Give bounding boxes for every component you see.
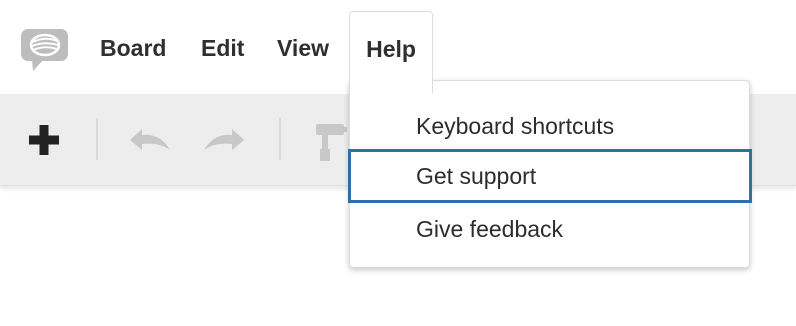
menu-view[interactable]: View xyxy=(277,28,329,68)
app-window: Board Edit View Help Keyboard shortcuts … xyxy=(0,0,796,326)
toolbar-divider xyxy=(279,118,281,160)
help-dropdown-menu: Keyboard shortcuts Get support Give feed… xyxy=(348,80,752,268)
menu-board[interactable]: Board xyxy=(100,28,166,68)
menu-item-give-feedback[interactable]: Give feedback xyxy=(348,202,752,256)
toolbar-divider xyxy=(96,118,98,160)
plus-icon xyxy=(29,125,59,155)
menu-item-keyboard-shortcuts[interactable]: Keyboard shortcuts xyxy=(348,99,752,153)
undo-button[interactable] xyxy=(126,116,174,164)
menu-help[interactable]: Help xyxy=(349,11,433,93)
redo-button[interactable] xyxy=(200,116,248,164)
undo-icon xyxy=(130,129,170,150)
menu-item-get-support[interactable]: Get support xyxy=(348,149,752,203)
speech-bubble-logo-icon xyxy=(20,27,70,73)
redo-icon xyxy=(204,129,244,150)
add-button[interactable] xyxy=(20,116,68,164)
menu-edit[interactable]: Edit xyxy=(201,28,244,68)
